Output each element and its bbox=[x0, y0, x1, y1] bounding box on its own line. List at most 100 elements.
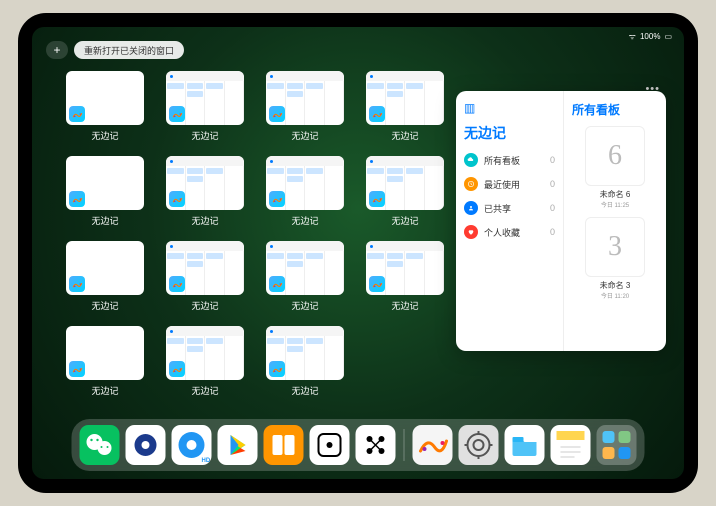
heart-icon bbox=[464, 225, 478, 239]
freeform-badge-icon bbox=[269, 191, 285, 207]
freeform-badge-icon bbox=[69, 361, 85, 377]
clock-icon bbox=[464, 177, 478, 191]
dock-app-wechat[interactable] bbox=[80, 425, 120, 465]
person-icon bbox=[464, 201, 478, 215]
window-thumbnail[interactable]: 无边记 bbox=[66, 326, 144, 397]
window-thumbnail[interactable]: 无边记 bbox=[266, 71, 344, 142]
status-bar: ᯤ 100% ▭ bbox=[629, 31, 672, 42]
thumbnail-label: 无边记 bbox=[191, 214, 218, 227]
dock-app-notes[interactable] bbox=[551, 425, 591, 465]
screen: ᯤ 100% ▭ + 重新打开已关闭的窗口 无边记无边记无边记无边记无边记无边记… bbox=[32, 27, 684, 479]
freeform-badge-icon bbox=[269, 276, 285, 292]
window-thumbnail[interactable]: 无边记 bbox=[266, 326, 344, 397]
battery-icon: ▭ bbox=[664, 32, 672, 41]
sidebar-item[interactable]: 最近使用 0 bbox=[464, 177, 555, 191]
window-thumbnail[interactable]: 无边记 bbox=[366, 71, 444, 142]
cloud-icon bbox=[464, 153, 478, 167]
dock-app-files[interactable] bbox=[505, 425, 545, 465]
freeform-badge-icon bbox=[69, 276, 85, 292]
window-thumbnail[interactable]: 无边记 bbox=[366, 156, 444, 227]
window-thumbnails: 无边记无边记无边记无边记无边记无边记无边记无边记无边记无边记无边记无边记无边记无… bbox=[66, 71, 446, 397]
sidebar-item-count: 0 bbox=[550, 227, 555, 237]
thumbnail-label: 无边记 bbox=[191, 129, 218, 142]
dock-app-app-blue-circle[interactable] bbox=[126, 425, 166, 465]
dock-app-play-store[interactable] bbox=[218, 425, 258, 465]
freeform-badge-icon bbox=[69, 191, 85, 207]
thumbnail-label: 无边记 bbox=[391, 299, 418, 312]
thumbnail-label: 无边记 bbox=[191, 384, 218, 397]
side-panel-list: 所有看板 0 最近使用 0 已共享 0 个人收藏 0 bbox=[464, 153, 555, 239]
thumbnail-label: 无边记 bbox=[91, 214, 118, 227]
window-thumbnail[interactable]: 无边记 bbox=[166, 156, 244, 227]
thumbnail-label: 无边记 bbox=[391, 129, 418, 142]
board-card[interactable]: 6 未命名 6今日 11:25 bbox=[572, 126, 658, 209]
dock-app-app-library[interactable] bbox=[597, 425, 637, 465]
dock-app-dots-app[interactable] bbox=[356, 425, 396, 465]
board-sublabel: 今日 11:25 bbox=[601, 200, 629, 209]
reopen-closed-window-button[interactable]: 重新打开已关闭的窗口 bbox=[74, 41, 184, 59]
side-panel-right-title: 所有看板 bbox=[572, 101, 658, 118]
wifi-icon: ᯤ bbox=[629, 31, 636, 42]
dock-separator bbox=[404, 429, 405, 461]
sidebar-item-count: 0 bbox=[550, 203, 555, 213]
board-thumb: 3 bbox=[585, 217, 645, 277]
thumbnail-label: 无边记 bbox=[191, 299, 218, 312]
sidebar-item-count: 0 bbox=[550, 155, 555, 165]
window-thumbnail[interactable]: 无边记 bbox=[66, 156, 144, 227]
sidebar-item[interactable]: 个人收藏 0 bbox=[464, 225, 555, 239]
thumbnail-label: 无边记 bbox=[291, 299, 318, 312]
freeform-badge-icon bbox=[269, 106, 285, 122]
side-panel: ▥ 无边记 所有看板0最近使用0已共享0个人收藏0 所有看板 6未命名 6今日 … bbox=[456, 91, 666, 351]
window-thumbnail[interactable]: 无边记 bbox=[66, 241, 144, 312]
freeform-badge-icon bbox=[169, 276, 185, 292]
new-window-button[interactable]: + bbox=[46, 41, 68, 59]
dock-app-dice[interactable] bbox=[310, 425, 350, 465]
window-thumbnail[interactable]: 无边记 bbox=[266, 241, 344, 312]
side-panel-sidebar: ▥ 无边记 所有看板 0 最近使用 0 已共享 0 个人收藏 0 bbox=[456, 91, 564, 351]
board-label: 未命名 3 bbox=[600, 280, 631, 291]
boards-list: 6 未命名 6今日 11:25 3 未命名 3今日 11:20 bbox=[572, 126, 658, 308]
dock-app-settings[interactable] bbox=[459, 425, 499, 465]
sidebar-item[interactable]: 已共享 0 bbox=[464, 201, 555, 215]
thumbnail-label: 无边记 bbox=[91, 384, 118, 397]
thumbnail-label: 无边记 bbox=[91, 129, 118, 142]
window-thumbnail[interactable]: 无边记 bbox=[166, 326, 244, 397]
freeform-badge-icon bbox=[69, 106, 85, 122]
top-controls: + 重新打开已关闭的窗口 bbox=[46, 41, 184, 59]
thumbnail-label: 无边记 bbox=[291, 384, 318, 397]
dock-app-books[interactable] bbox=[264, 425, 304, 465]
sidebar-item-count: 0 bbox=[550, 179, 555, 189]
sidebar-item-label: 个人收藏 bbox=[484, 226, 520, 239]
svg-text:HD: HD bbox=[202, 458, 211, 464]
sidebar-item-label: 已共享 bbox=[484, 202, 511, 215]
window-thumbnail[interactable]: 无边记 bbox=[266, 156, 344, 227]
freeform-badge-icon bbox=[369, 106, 385, 122]
sidebar-item-label: 所有看板 bbox=[484, 154, 520, 167]
window-thumbnail[interactable]: 无边记 bbox=[366, 241, 444, 312]
window-thumbnail[interactable]: 无边记 bbox=[66, 71, 144, 142]
thumbnail-label: 无边记 bbox=[291, 129, 318, 142]
side-panel-content: 所有看板 6 未命名 6今日 11:25 3 未命名 3今日 11:20 bbox=[564, 91, 666, 351]
sidebar-icon[interactable]: ▥ bbox=[464, 101, 555, 115]
window-thumbnail[interactable]: 无边记 bbox=[166, 71, 244, 142]
freeform-badge-icon bbox=[169, 361, 185, 377]
sidebar-item-label: 最近使用 bbox=[484, 178, 520, 191]
dock-app-app-blue-pause[interactable]: HD bbox=[172, 425, 212, 465]
freeform-badge-icon bbox=[169, 191, 185, 207]
thumbnail-label: 无边记 bbox=[91, 299, 118, 312]
side-panel-title: 无边记 bbox=[464, 123, 555, 143]
board-label: 未命名 6 bbox=[600, 189, 631, 200]
battery-label: 100% bbox=[640, 32, 660, 41]
thumbnail-label: 无边记 bbox=[391, 214, 418, 227]
board-sublabel: 今日 11:20 bbox=[601, 291, 629, 300]
thumbnail-label: 无边记 bbox=[291, 214, 318, 227]
dock-app-freeform[interactable] bbox=[413, 425, 453, 465]
board-thumb: 6 bbox=[585, 126, 645, 186]
ipad-frame: ᯤ 100% ▭ + 重新打开已关闭的窗口 无边记无边记无边记无边记无边记无边记… bbox=[18, 13, 698, 493]
freeform-badge-icon bbox=[369, 191, 385, 207]
freeform-badge-icon bbox=[369, 276, 385, 292]
sidebar-item[interactable]: 所有看板 0 bbox=[464, 153, 555, 167]
board-card[interactable]: 3 未命名 3今日 11:20 bbox=[572, 217, 658, 300]
freeform-badge-icon bbox=[169, 106, 185, 122]
window-thumbnail[interactable]: 无边记 bbox=[166, 241, 244, 312]
